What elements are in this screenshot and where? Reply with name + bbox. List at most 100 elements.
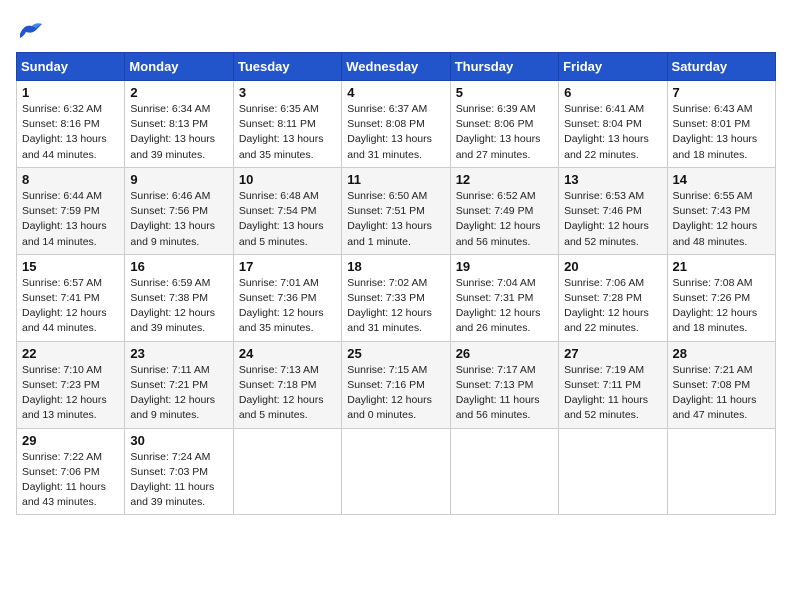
day-details: Sunrise: 6:37 AMSunset: 8:08 PMDaylight:…: [347, 102, 444, 163]
day-details: Sunrise: 7:11 AMSunset: 7:21 PMDaylight:…: [130, 363, 227, 424]
table-row: 29 Sunrise: 7:22 AMSunset: 7:06 PMDayligh…: [17, 428, 125, 515]
day-details: Sunrise: 7:08 AMSunset: 7:26 PMDaylight:…: [673, 276, 770, 337]
day-details: Sunrise: 7:04 AMSunset: 7:31 PMDaylight:…: [456, 276, 553, 337]
day-number: 6: [564, 85, 661, 100]
day-number: 3: [239, 85, 336, 100]
day-details: Sunrise: 6:46 AMSunset: 7:56 PMDaylight:…: [130, 189, 227, 250]
day-details: Sunrise: 6:32 AMSunset: 8:16 PMDaylight:…: [22, 102, 119, 163]
day-number: 16: [130, 259, 227, 274]
table-row: 14 Sunrise: 6:55 AMSunset: 7:43 PMDayligh…: [667, 167, 775, 254]
page-header: [16, 16, 776, 44]
table-row: 2 Sunrise: 6:34 AMSunset: 8:13 PMDaylight…: [125, 81, 233, 168]
table-row: 23 Sunrise: 7:11 AMSunset: 7:21 PMDayligh…: [125, 341, 233, 428]
day-number: 13: [564, 172, 661, 187]
table-row: [450, 428, 558, 515]
table-row: 9 Sunrise: 6:46 AMSunset: 7:56 PMDaylight…: [125, 167, 233, 254]
table-row: 27 Sunrise: 7:19 AMSunset: 7:11 PMDayligh…: [559, 341, 667, 428]
table-row: 17 Sunrise: 7:01 AMSunset: 7:36 PMDayligh…: [233, 254, 341, 341]
day-details: Sunrise: 6:52 AMSunset: 7:49 PMDaylight:…: [456, 189, 553, 250]
day-details: Sunrise: 6:50 AMSunset: 7:51 PMDaylight:…: [347, 189, 444, 250]
day-details: Sunrise: 6:55 AMSunset: 7:43 PMDaylight:…: [673, 189, 770, 250]
day-number: 15: [22, 259, 119, 274]
table-row: 1 Sunrise: 6:32 AMSunset: 8:16 PMDaylight…: [17, 81, 125, 168]
table-row: [342, 428, 450, 515]
table-row: 3 Sunrise: 6:35 AMSunset: 8:11 PMDaylight…: [233, 81, 341, 168]
table-row: 4 Sunrise: 6:37 AMSunset: 8:08 PMDaylight…: [342, 81, 450, 168]
table-row: 26 Sunrise: 7:17 AMSunset: 7:13 PMDayligh…: [450, 341, 558, 428]
day-details: Sunrise: 7:10 AMSunset: 7:23 PMDaylight:…: [22, 363, 119, 424]
day-number: 21: [673, 259, 770, 274]
table-row: 12 Sunrise: 6:52 AMSunset: 7:49 PMDayligh…: [450, 167, 558, 254]
day-details: Sunrise: 7:13 AMSunset: 7:18 PMDaylight:…: [239, 363, 336, 424]
day-details: Sunrise: 6:34 AMSunset: 8:13 PMDaylight:…: [130, 102, 227, 163]
day-details: Sunrise: 7:21 AMSunset: 7:08 PMDaylight:…: [673, 363, 770, 424]
col-thursday: Thursday: [450, 53, 558, 81]
day-details: Sunrise: 6:44 AMSunset: 7:59 PMDaylight:…: [22, 189, 119, 250]
day-details: Sunrise: 6:48 AMSunset: 7:54 PMDaylight:…: [239, 189, 336, 250]
logo: [16, 16, 48, 44]
day-details: Sunrise: 7:01 AMSunset: 7:36 PMDaylight:…: [239, 276, 336, 337]
table-row: 6 Sunrise: 6:41 AMSunset: 8:04 PMDaylight…: [559, 81, 667, 168]
day-details: Sunrise: 6:39 AMSunset: 8:06 PMDaylight:…: [456, 102, 553, 163]
day-number: 19: [456, 259, 553, 274]
day-number: 17: [239, 259, 336, 274]
day-details: Sunrise: 7:06 AMSunset: 7:28 PMDaylight:…: [564, 276, 661, 337]
table-row: 10 Sunrise: 6:48 AMSunset: 7:54 PMDayligh…: [233, 167, 341, 254]
day-number: 29: [22, 433, 119, 448]
col-saturday: Saturday: [667, 53, 775, 81]
table-row: 15 Sunrise: 6:57 AMSunset: 7:41 PMDayligh…: [17, 254, 125, 341]
table-row: 16 Sunrise: 6:59 AMSunset: 7:38 PMDayligh…: [125, 254, 233, 341]
day-number: 10: [239, 172, 336, 187]
bird-icon: [16, 16, 44, 44]
day-details: Sunrise: 7:17 AMSunset: 7:13 PMDaylight:…: [456, 363, 553, 424]
day-number: 24: [239, 346, 336, 361]
day-details: Sunrise: 6:43 AMSunset: 8:01 PMDaylight:…: [673, 102, 770, 163]
day-number: 23: [130, 346, 227, 361]
day-number: 18: [347, 259, 444, 274]
table-row: [667, 428, 775, 515]
day-number: 22: [22, 346, 119, 361]
day-number: 14: [673, 172, 770, 187]
day-details: Sunrise: 7:19 AMSunset: 7:11 PMDaylight:…: [564, 363, 661, 424]
day-details: Sunrise: 6:59 AMSunset: 7:38 PMDaylight:…: [130, 276, 227, 337]
table-row: 24 Sunrise: 7:13 AMSunset: 7:18 PMDayligh…: [233, 341, 341, 428]
day-details: Sunrise: 7:15 AMSunset: 7:16 PMDaylight:…: [347, 363, 444, 424]
day-number: 8: [22, 172, 119, 187]
day-number: 11: [347, 172, 444, 187]
day-number: 28: [673, 346, 770, 361]
table-row: 28 Sunrise: 7:21 AMSunset: 7:08 PMDayligh…: [667, 341, 775, 428]
day-number: 26: [456, 346, 553, 361]
calendar-table: Sunday Monday Tuesday Wednesday Thursday…: [16, 52, 776, 515]
day-details: Sunrise: 6:53 AMSunset: 7:46 PMDaylight:…: [564, 189, 661, 250]
table-row: [559, 428, 667, 515]
table-row: 30Sunrise: 7:24 AMSunset: 7:03 PMDayligh…: [125, 428, 233, 515]
table-row: 20 Sunrise: 7:06 AMSunset: 7:28 PMDayligh…: [559, 254, 667, 341]
day-details: Sunrise: 6:41 AMSunset: 8:04 PMDaylight:…: [564, 102, 661, 163]
day-number: 5: [456, 85, 553, 100]
table-row: 21 Sunrise: 7:08 AMSunset: 7:26 PMDayligh…: [667, 254, 775, 341]
day-number: 20: [564, 259, 661, 274]
col-friday: Friday: [559, 53, 667, 81]
table-row: 7 Sunrise: 6:43 AMSunset: 8:01 PMDaylight…: [667, 81, 775, 168]
day-number: 2: [130, 85, 227, 100]
day-details: Sunrise: 7:02 AMSunset: 7:33 PMDaylight:…: [347, 276, 444, 337]
day-number: 12: [456, 172, 553, 187]
day-details: Sunrise: 7:22 AMSunset: 7:06 PMDaylight:…: [22, 450, 119, 511]
table-row: 25 Sunrise: 7:15 AMSunset: 7:16 PMDayligh…: [342, 341, 450, 428]
table-row: 22 Sunrise: 7:10 AMSunset: 7:23 PMDayligh…: [17, 341, 125, 428]
col-wednesday: Wednesday: [342, 53, 450, 81]
table-row: 11 Sunrise: 6:50 AMSunset: 7:51 PMDayligh…: [342, 167, 450, 254]
day-number: 4: [347, 85, 444, 100]
day-details: Sunrise: 6:35 AMSunset: 8:11 PMDaylight:…: [239, 102, 336, 163]
table-row: 19 Sunrise: 7:04 AMSunset: 7:31 PMDayligh…: [450, 254, 558, 341]
day-details: Sunrise: 7:24 AMSunset: 7:03 PMDaylight:…: [130, 450, 227, 511]
day-number: 27: [564, 346, 661, 361]
day-details: Sunrise: 6:57 AMSunset: 7:41 PMDaylight:…: [22, 276, 119, 337]
day-number: 25: [347, 346, 444, 361]
day-number: 1: [22, 85, 119, 100]
table-row: 18 Sunrise: 7:02 AMSunset: 7:33 PMDayligh…: [342, 254, 450, 341]
day-number: 7: [673, 85, 770, 100]
table-row: 8 Sunrise: 6:44 AMSunset: 7:59 PMDaylight…: [17, 167, 125, 254]
day-number: 9: [130, 172, 227, 187]
table-row: 5 Sunrise: 6:39 AMSunset: 8:06 PMDaylight…: [450, 81, 558, 168]
